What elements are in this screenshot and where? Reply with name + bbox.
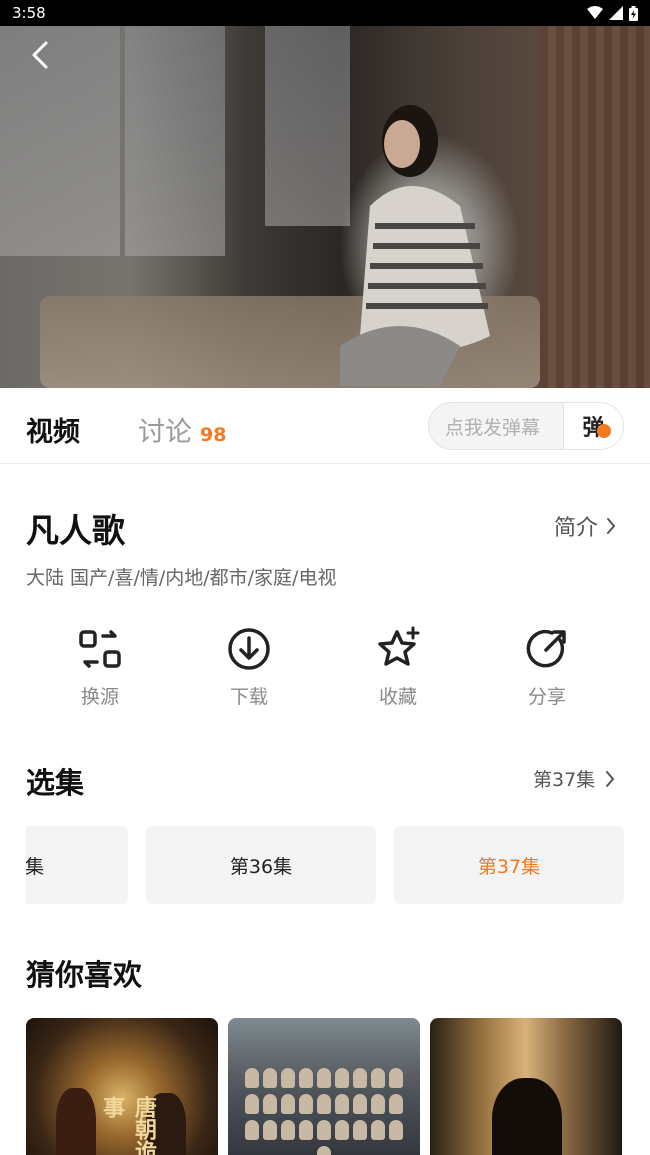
action-label: 换源 <box>80 686 119 708</box>
star-add-icon <box>378 626 420 666</box>
favorite-button[interactable]: 收藏 <box>343 626 453 709</box>
danmaku-toggle-button[interactable]: 弹 <box>563 403 623 449</box>
share-icon <box>526 629 566 668</box>
recommend-list: 唐朝诡事 <box>26 1018 624 1155</box>
episodes-title: 选集 <box>26 766 85 800</box>
battery-icon <box>629 5 638 21</box>
action-label: 分享 <box>527 686 566 708</box>
danmaku-bar: 点我发弹幕 弹 <box>428 402 624 450</box>
poster-title-art: 唐朝诡事 <box>99 1096 157 1155</box>
video-player[interactable] <box>0 26 650 388</box>
episode-item[interactable]: 第36集 <box>146 826 376 904</box>
intro-label: 简介 <box>554 516 599 541</box>
curtain <box>540 26 650 388</box>
discuss-count-badge: 98 <box>200 424 227 446</box>
action-label: 下载 <box>229 686 268 708</box>
action-label: 收藏 <box>378 686 417 708</box>
signal-icon <box>609 6 623 20</box>
tab-video[interactable]: 视频 <box>26 410 80 449</box>
poster-figure <box>492 1078 562 1155</box>
recommend-title: 猜你喜欢 <box>26 958 143 992</box>
recommend-poster[interactable] <box>228 1018 420 1155</box>
download-button[interactable]: 下载 <box>194 626 304 709</box>
danmaku-input[interactable]: 点我发弹幕 <box>429 413 563 440</box>
video-person <box>340 105 490 386</box>
current-episode-label: 第37集 <box>533 769 596 791</box>
chevron-right-icon <box>607 518 616 534</box>
download-icon <box>228 628 270 670</box>
window-pane <box>0 26 120 256</box>
episode-item[interactable]: 集 <box>26 826 128 904</box>
chevron-right-icon <box>606 770 615 787</box>
back-button[interactable] <box>26 40 56 70</box>
tab-discuss-label: 讨论 <box>138 417 192 448</box>
tab-discuss[interactable]: 讨论 98 <box>138 410 226 449</box>
poster-crowd <box>238 1068 410 1155</box>
show-meta: 大陆 国产/喜/情/内地/都市/家庭/电视 <box>26 567 337 589</box>
window-pane <box>265 26 350 226</box>
danmaku-status-icon <box>597 424 611 438</box>
status-icons <box>587 5 638 21</box>
recommend-poster[interactable]: 唐朝诡事 <box>26 1018 218 1155</box>
show-title: 凡人歌 <box>26 511 125 550</box>
switch-source-icon <box>79 630 121 668</box>
content-tabs: 视频 讨论 98 点我发弹幕 弹 <box>0 388 650 464</box>
poster-figure <box>56 1088 96 1155</box>
intro-button[interactable]: 简介 <box>554 510 616 542</box>
status-bar: 3:58 <box>0 0 650 26</box>
episode-list[interactable]: 集 第36集 第37集 <box>26 826 624 904</box>
share-button[interactable]: 分享 <box>492 626 602 709</box>
episode-item-selected[interactable]: 第37集 <box>394 826 624 904</box>
action-bar: 换源 下载 收藏 分享 <box>0 626 650 726</box>
status-time: 3:58 <box>12 4 46 22</box>
recommend-poster[interactable] <box>430 1018 622 1155</box>
window-pane <box>125 26 225 256</box>
switch-source-button[interactable]: 换源 <box>45 626 155 709</box>
wifi-icon <box>587 6 603 19</box>
current-episode-button[interactable]: 第37集 <box>533 765 615 792</box>
